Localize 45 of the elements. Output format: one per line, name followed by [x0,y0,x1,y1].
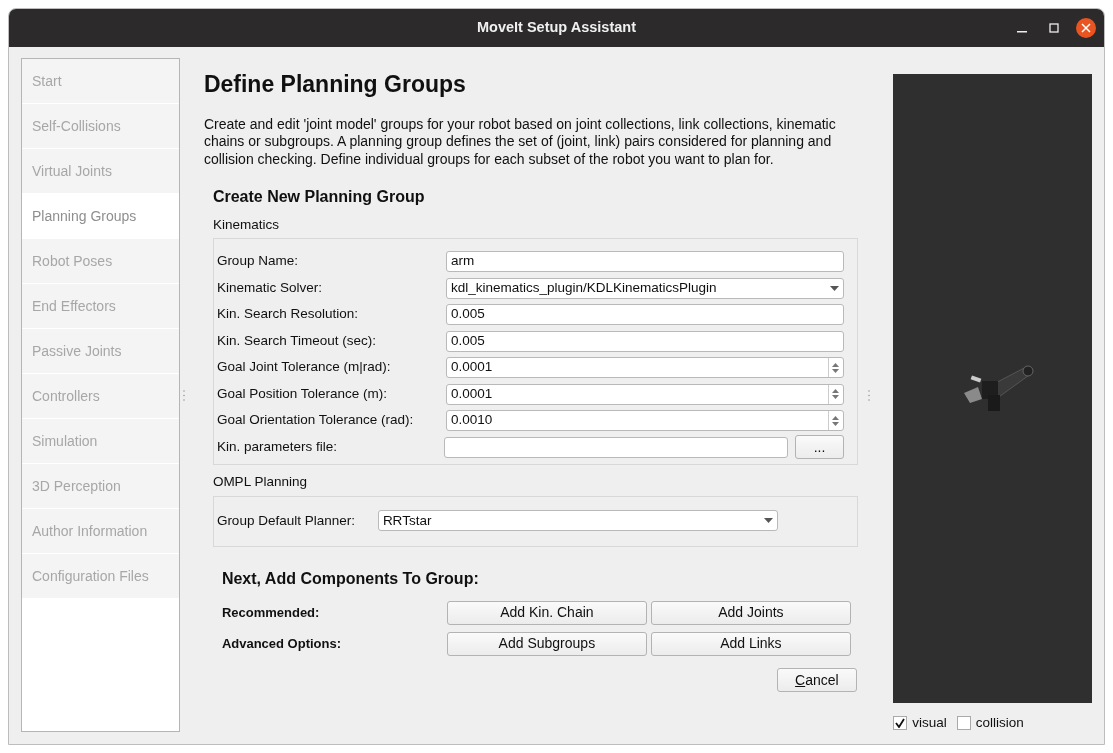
section-title: Next, Add Components To Group: [221,569,480,589]
field-label: Goal Position Tolerance (m): [216,384,388,403]
add-button[interactable]: Add Kin. Chain [446,600,647,625]
checkbox[interactable] [893,716,908,731]
add-button[interactable]: Add Links [650,631,851,656]
window-title: MoveIt Setup Assistant [477,18,636,38]
planner-dropdown[interactable]: RRTstar [377,510,778,532]
field-label: Group Name: [216,252,299,271]
section-title: Create New Planning Group [212,187,426,207]
browse-button[interactable]: ... [795,435,844,459]
caret-icon [829,285,839,291]
field-label: Kinematic Solver: [216,278,323,297]
spin-box[interactable]: 0.0001 [445,357,844,378]
add-button[interactable]: Add Joints [650,600,851,625]
field-label: Kin. Search Timeout (sec): [216,331,377,350]
splitter-handle[interactable] [183,390,186,402]
solver-dropdown[interactable]: kdl_kinematics_plugin/KDLKinematicsPlugin [445,277,844,299]
field-label: Goal Joint Tolerance (m|rad): [216,358,392,377]
input-field[interactable]: 0.005 [445,330,844,352]
input-field[interactable]: arm [445,251,844,272]
input-field[interactable] [444,436,789,458]
page-description: Create and edit 'joint model' groups for your robot based on joint collections, link collections, kinematic chains or subgroups. A planning group defines the set of (joint, link) pairs considered for planning and collision checking. Define individual groups for each subset of the robot you want to plan for. [203,115,837,168]
group-title: Kinematics [212,216,280,234]
row-label: Recommended: [221,603,321,622]
cancel-button[interactable]: Cancel [776,668,857,692]
close-icon[interactable] [1076,18,1096,38]
spin-box[interactable]: 0.0010 [445,410,844,431]
checkbox-option[interactable]: collision [956,713,1024,734]
caret-icon [763,518,773,524]
page-title: Define Planning Groups [203,70,467,99]
row-label: Advanced Options: [221,634,343,653]
spin-box[interactable]: 0.0001 [445,383,844,405]
spin-arrows-icon[interactable] [832,388,840,400]
field-label: Kin. parameters file: [216,437,338,456]
field-label: Goal Orientation Tolerance (rad): [216,411,415,430]
group-title: OMPL Planning [212,473,308,492]
input-field[interactable]: 0.005 [445,304,844,325]
splitter-handle[interactable] [867,390,870,402]
spin-arrows-icon[interactable] [832,414,840,427]
checkbox-option[interactable]: visual [893,713,947,734]
checkbox[interactable] [956,716,971,731]
spin-arrows-icon[interactable] [832,361,840,374]
field-label: Kin. Search Resolution: [216,305,359,324]
field-label: Group Default Planner: [216,511,356,530]
add-button[interactable]: Add Subgroups [446,631,647,656]
